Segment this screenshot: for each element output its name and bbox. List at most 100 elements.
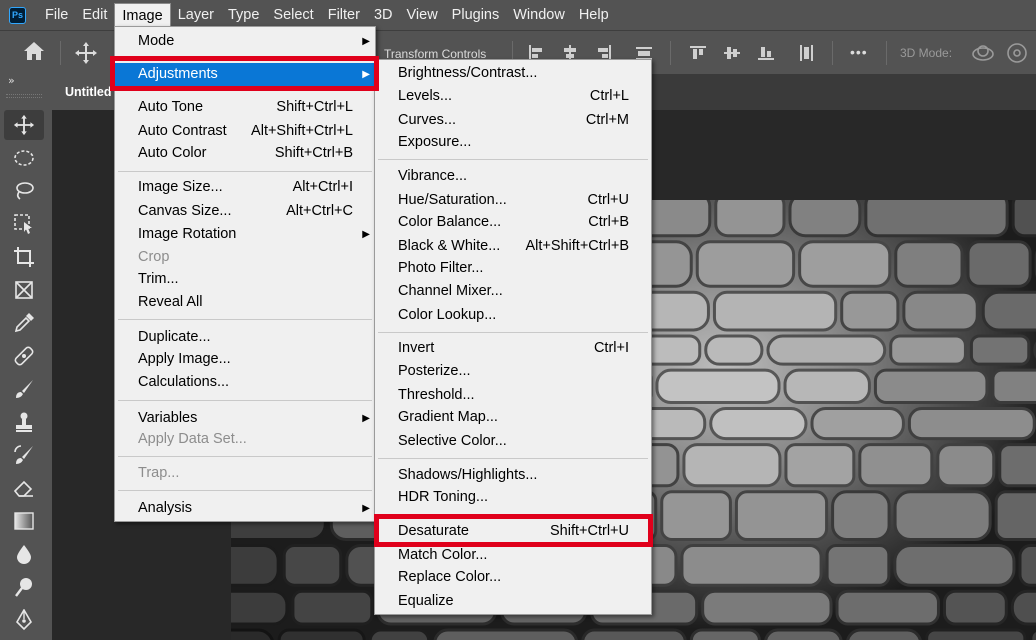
image-menu-item-crop: Crop <box>138 249 170 265</box>
menu-plugins[interactable]: Plugins <box>445 3 507 27</box>
home-icon[interactable] <box>22 40 46 67</box>
collapse-panel-icon[interactable]: » <box>8 74 15 87</box>
adjustments-item-shadows-highlights[interactable]: Shadows/Highlights... <box>375 464 651 487</box>
stone <box>766 334 887 366</box>
panel-grip[interactable] <box>6 94 42 98</box>
align-bottom-icon[interactable] <box>758 45 774 61</box>
marquee-tool-icon[interactable] <box>4 143 44 173</box>
image-menu-item-trim[interactable]: Trim... <box>115 268 375 291</box>
menu-type[interactable]: Type <box>221 3 266 27</box>
object-selection-tool-icon[interactable] <box>4 209 44 239</box>
align-middle-icon[interactable] <box>724 45 740 61</box>
stone <box>655 368 781 405</box>
adjustments-item-levels[interactable]: Levels... Ctrl+L <box>375 85 651 108</box>
lasso-tool-icon[interactable] <box>4 176 44 206</box>
brush-tool-icon[interactable] <box>4 374 44 404</box>
image-menu-item-auto-tone[interactable]: Auto Tone Shift+Ctrl+L <box>115 96 375 119</box>
stone <box>368 628 431 640</box>
image-menu-item-auto-color[interactable]: Auto Color Shift+Ctrl+B <box>115 142 375 165</box>
crop-tool-icon[interactable] <box>4 242 44 272</box>
adjustments-item-curves[interactable]: Curves... Ctrl+M <box>375 109 651 132</box>
menu-edit[interactable]: Edit <box>75 3 114 27</box>
stone <box>825 544 891 587</box>
eraser-tool-icon[interactable] <box>4 473 44 503</box>
image-menu-item-duplicate[interactable]: Duplicate... <box>115 326 375 349</box>
gradient-tool-icon[interactable] <box>4 506 44 536</box>
menu-separator <box>378 458 648 459</box>
adjustments-item-invert[interactable]: Invert Ctrl+I <box>375 337 651 360</box>
stone <box>981 290 1036 332</box>
image-menu-item-image-size[interactable]: Image Size... Alt+Ctrl+I <box>115 176 375 199</box>
blur-tool-icon[interactable] <box>4 539 44 569</box>
image-menu-item-image-rotation[interactable]: Image Rotation ▶ <box>115 223 375 246</box>
rotate-3d-icon[interactable] <box>1005 41 1031 70</box>
menu-select[interactable]: Select <box>266 3 320 27</box>
history-brush-tool-icon[interactable] <box>4 440 44 470</box>
adjustments-item-threshold[interactable]: Threshold... <box>375 384 651 407</box>
image-menu-item-canvas-size[interactable]: Canvas Size... Alt+Ctrl+C <box>115 200 375 223</box>
adjustments-item-equalize[interactable]: Equalize <box>375 590 651 613</box>
menu-view[interactable]: View <box>400 3 445 27</box>
menu-file[interactable]: File <box>38 3 75 27</box>
image-menu-item-trap: Trap... <box>138 465 180 481</box>
adjustments-item-desaturate[interactable]: Desaturate Shift+Ctrl+U <box>375 520 651 543</box>
adjustments-item-channel-mixer[interactable]: Channel Mixer... <box>375 280 651 303</box>
frame-tool-icon[interactable] <box>4 275 44 305</box>
menu-layer[interactable]: Layer <box>171 3 221 27</box>
adjustments-item-match-color[interactable]: Match Color... <box>375 544 651 567</box>
adjustments-item-color-lookup[interactable]: Color Lookup... <box>375 304 651 327</box>
adjustments-item-replace-color[interactable]: Replace Color... <box>375 566 651 589</box>
image-menu-item-mode[interactable]: Mode ▶ <box>115 30 375 53</box>
stone <box>695 240 796 288</box>
stone <box>840 290 900 332</box>
image-menu-item-reveal-all[interactable]: Reveal All <box>115 291 375 314</box>
adjustments-item-photo-filter[interactable]: Photo Filter... <box>375 257 651 280</box>
dodge-tool-icon[interactable] <box>4 572 44 602</box>
stone <box>831 490 891 542</box>
adjustments-item-color-balance[interactable]: Color Balance... Ctrl+B <box>375 211 651 234</box>
stone <box>1018 544 1036 587</box>
stone <box>714 200 786 238</box>
menu-separator <box>118 171 372 172</box>
stone <box>277 628 366 640</box>
document-tab[interactable]: Untitled <box>52 74 122 110</box>
menu-window[interactable]: Window <box>506 3 572 27</box>
align-top-icon[interactable] <box>690 45 706 61</box>
adjustments-item-brightness-contrast[interactable]: Brightness/Contrast... <box>375 62 651 85</box>
adjustments-item-gradient-map[interactable]: Gradient Map... <box>375 406 651 429</box>
clone-stamp-tool-icon[interactable] <box>4 407 44 437</box>
stone <box>835 589 940 626</box>
orbit-3d-icon[interactable] <box>970 41 996 70</box>
adjustments-item-posterize[interactable]: Posterize... <box>375 360 651 383</box>
stone <box>764 628 843 640</box>
adjustments-item-exposure[interactable]: Exposure... <box>375 131 651 154</box>
adjustments-item-black-white[interactable]: Black & White... Alt+Shift+Ctrl+B <box>375 235 651 258</box>
image-menu-item-auto-contrast[interactable]: Auto Contrast Alt+Shift+Ctrl+L <box>115 120 375 143</box>
adjustments-item-vibrance[interactable]: Vibrance... <box>375 165 651 188</box>
image-menu-item-adjustments[interactable]: Adjustments ▶ <box>115 63 375 86</box>
adjustments-item-hue-saturation[interactable]: Hue/Saturation... Ctrl+U <box>375 189 651 212</box>
stone <box>894 240 964 288</box>
tools-panel: » <box>0 74 52 640</box>
adjustments-item-selective-color[interactable]: Selective Color... <box>375 430 651 453</box>
distribute-horizontal-icon[interactable] <box>798 45 814 61</box>
image-menu-item-calculations[interactable]: Calculations... <box>115 371 375 394</box>
move-tool-icon[interactable] <box>4 110 44 140</box>
menu-separator <box>378 514 648 515</box>
menu-3d[interactable]: 3D <box>367 3 400 27</box>
pen-tool-icon[interactable] <box>4 605 44 635</box>
eyedropper-tool-icon[interactable] <box>4 308 44 338</box>
image-menu-item-variables[interactable]: Variables ▶ <box>115 407 375 430</box>
menu-image[interactable]: Image <box>114 3 171 27</box>
more-options-icon[interactable]: ••• <box>850 44 868 60</box>
stone <box>893 544 1016 587</box>
menu-help[interactable]: Help <box>572 3 616 27</box>
menu-filter[interactable]: Filter <box>321 3 367 27</box>
adjustments-item-hdr-toning[interactable]: HDR Toning... <box>375 486 651 509</box>
move-tool-icon[interactable] <box>74 41 98 70</box>
stone <box>712 290 838 332</box>
image-menu-item-apply-image[interactable]: Apply Image... <box>115 348 375 371</box>
image-menu-item-analysis[interactable]: Analysis ▶ <box>115 497 375 520</box>
healing-brush-tool-icon[interactable] <box>4 341 44 371</box>
stone <box>810 407 905 441</box>
